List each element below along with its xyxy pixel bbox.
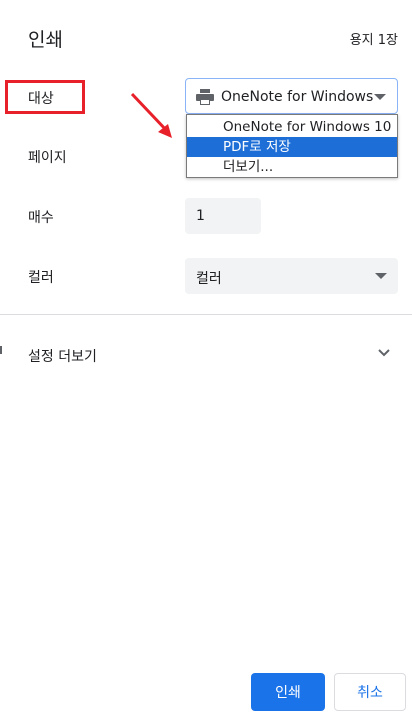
- edge-marker: [0, 346, 2, 354]
- destination-value: OneNote for Windows: [221, 89, 374, 105]
- dropdown-option-more[interactable]: 더보기...: [187, 157, 397, 177]
- dropdown-option-save-pdf[interactable]: PDF로 저장: [187, 137, 397, 157]
- more-settings-toggle[interactable]: 설정 더보기: [28, 346, 97, 366]
- printer-icon: [196, 89, 214, 105]
- chevron-down-icon[interactable]: [378, 349, 390, 357]
- destination-label: 대상: [28, 91, 54, 107]
- sheet-count: 용지 1장: [349, 33, 398, 48]
- color-label: 컬러: [28, 270, 54, 286]
- pages-label: 페이지: [28, 150, 67, 166]
- color-value: 컬러: [196, 271, 222, 287]
- dropdown-option-onenote[interactable]: OneNote for Windows 10: [187, 117, 397, 137]
- caret-down-icon: [374, 94, 386, 100]
- destination-select[interactable]: OneNote for Windows: [185, 78, 398, 114]
- cancel-button[interactable]: 취소: [334, 673, 406, 711]
- copies-input[interactable]: [185, 198, 261, 234]
- divider: [0, 314, 412, 315]
- color-select[interactable]: 컬러: [185, 258, 398, 294]
- caret-down-icon: [375, 273, 387, 279]
- arrow-annotation-icon: [130, 92, 172, 138]
- copies-label: 매수: [28, 210, 54, 226]
- destination-dropdown: OneNote for Windows 10 PDF로 저장 더보기...: [186, 114, 398, 178]
- print-button[interactable]: 인쇄: [251, 673, 325, 711]
- page-title: 인쇄: [28, 29, 63, 51]
